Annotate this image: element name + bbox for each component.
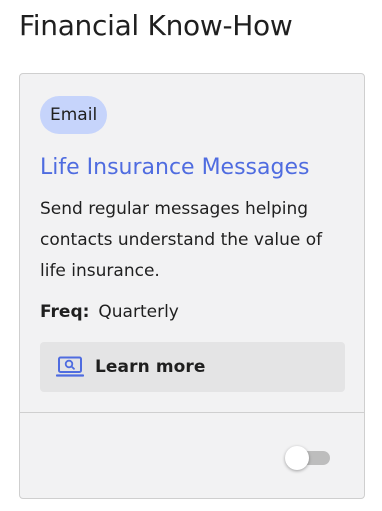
program-card: Email Life Insurance Messages Send regul… (19, 73, 365, 499)
laptop-search-icon (55, 356, 85, 378)
toggle-knob (285, 446, 309, 470)
learn-more-label: Learn more (95, 357, 206, 377)
frequency-label: Freq: (40, 302, 90, 322)
learn-more-button[interactable]: Learn more (40, 342, 345, 392)
card-divider (20, 412, 364, 413)
enable-toggle[interactable] (285, 446, 331, 470)
card-title: Life Insurance Messages (40, 155, 310, 180)
card-body: Email Life Insurance Messages Send regul… (20, 74, 364, 412)
frequency-value: Quarterly (98, 302, 179, 322)
frequency-row: Freq: Quarterly (40, 299, 179, 325)
section-title: Financial Know-How (19, 9, 293, 42)
channel-badge: Email (40, 96, 108, 134)
card-description: Send regular messages helping contacts u… (40, 199, 323, 281)
